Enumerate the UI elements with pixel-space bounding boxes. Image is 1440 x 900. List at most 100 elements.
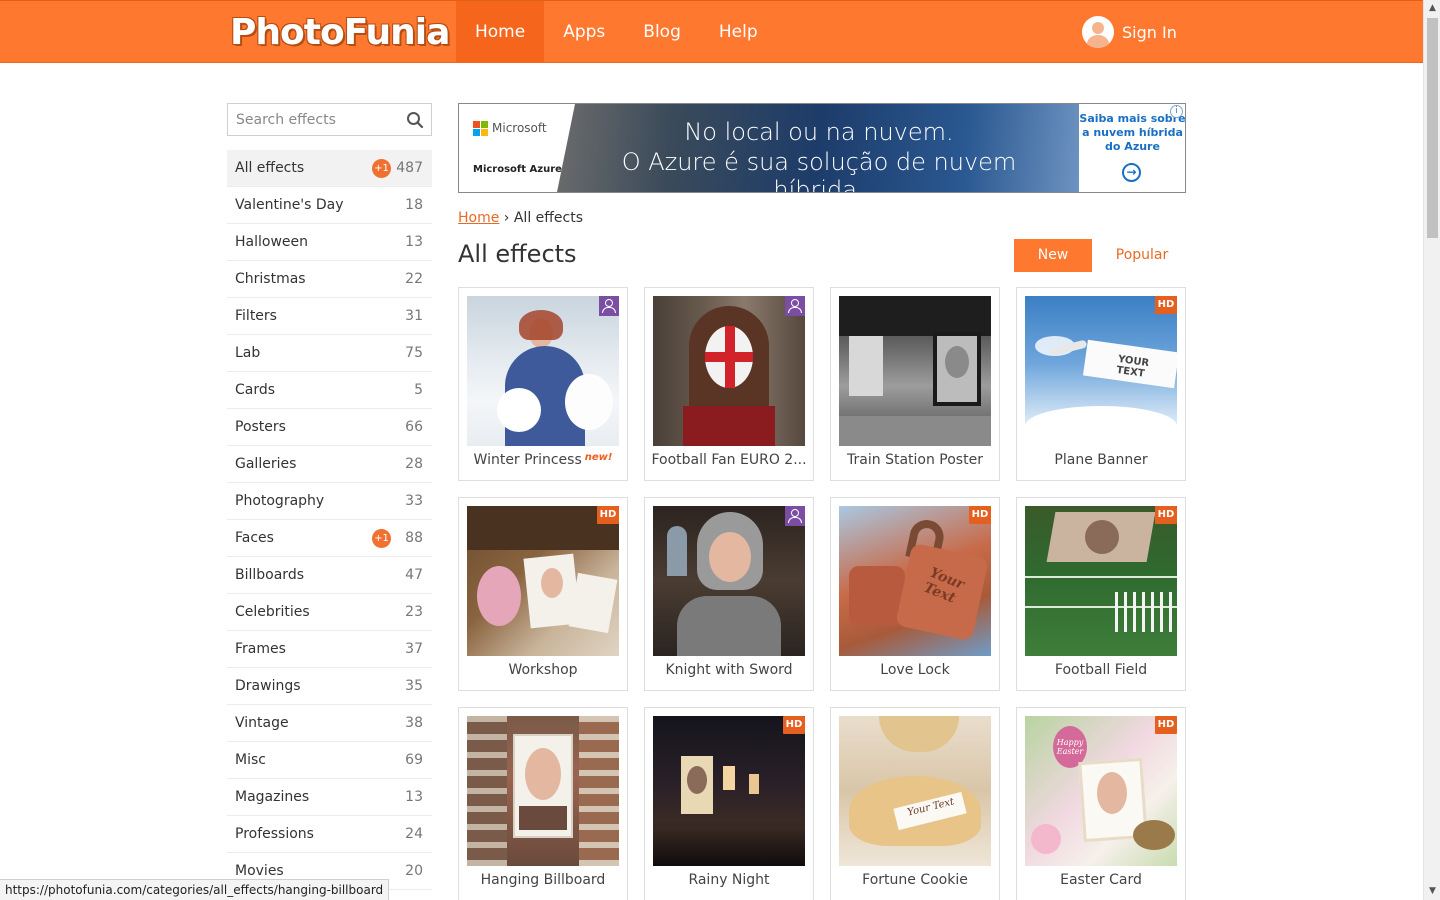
microsoft-logo-icon [473,121,488,136]
category-item-vintage[interactable]: Vintage 38 [227,705,432,742]
search-input[interactable] [228,104,398,135]
vertical-scrollbar[interactable]: ▲ ▼ [1423,0,1440,900]
hd-badge-icon: HD [597,506,619,524]
effect-title: Plane Banner [1054,452,1148,468]
user-avatar-icon [1082,16,1114,48]
category-count: 20 [405,863,423,879]
arrow-right-circle-icon[interactable]: → [1122,163,1141,182]
category-item-galleries[interactable]: Galleries 28 [227,446,432,483]
category-item-filters[interactable]: Filters 31 [227,298,432,335]
ad-info-icon[interactable]: i [1170,105,1183,118]
category-item-misc[interactable]: Misc 69 [227,742,432,779]
breadcrumb-current: All effects [513,210,584,226]
category-count: 18 [405,197,423,213]
effect-thumbnail [653,716,805,866]
nav-apps[interactable]: Apps [544,1,624,63]
sort-popular-button[interactable]: Popular [1102,239,1182,272]
breadcrumb-separator: › [503,210,510,226]
sort-new-button[interactable]: New [1014,239,1092,272]
category-label: Valentine's Day [235,197,344,213]
category-count: 33 [405,493,423,509]
hd-badge-icon: HD [969,506,991,524]
effect-thumbnail [839,296,991,446]
effect-card-rainy-night[interactable]: HD Rainy Night [644,707,814,900]
category-item-all-effects[interactable]: All effects +1 487 [227,150,432,187]
sign-in-button[interactable]: Sign In [1082,16,1177,48]
scroll-down-arrow-icon[interactable]: ▼ [1424,883,1440,900]
category-item-posters[interactable]: Posters 66 [227,409,432,446]
category-item-celebrities[interactable]: Celebrities 23 [227,594,432,631]
effect-title: Football Field [1054,662,1148,678]
category-count: 23 [405,604,423,620]
category-count: 88 [405,530,423,546]
effect-card-knight-with-sword[interactable]: Knight with Sword [644,497,814,691]
category-item-christmas[interactable]: Christmas 22 [227,261,432,298]
category-item-halloween[interactable]: Halloween 13 [227,224,432,261]
effect-card-plane-banner[interactable]: YOUR TEXT HD Plane Banner [1016,287,1186,481]
category-item-valentines-day[interactable]: Valentine's Day 18 [227,187,432,224]
category-item-lab[interactable]: Lab 75 [227,335,432,372]
effect-card-football-fan[interactable]: Football Fan EURO 2... [644,287,814,481]
effect-card-easter-card[interactable]: Happy Easter HD Easter Card [1016,707,1186,900]
ad-cta-panel: Saiba mais sobre a nuvem híbrida do Azur… [1079,104,1185,192]
category-count: 22 [405,271,423,287]
ad-product-name: Microsoft Azure [473,164,562,175]
breadcrumb: Home › All effects [458,210,583,226]
photofunia-logo[interactable]: PhotoFunia [230,10,450,54]
category-label: Faces [235,530,274,546]
effect-card-workshop[interactable]: HD Workshop [458,497,628,691]
effect-card-winter-princess[interactable]: Winter Princess new! [458,287,628,481]
effect-card-hanging-billboard[interactable]: Hanging Billboard [458,707,628,900]
sign-in-label: Sign In [1122,22,1177,42]
category-item-magazines[interactable]: Magazines 13 [227,779,432,816]
new-count-badge: +1 [372,529,391,548]
effect-title: Fortune Cookie [862,872,968,888]
category-item-photography[interactable]: Photography 33 [227,483,432,520]
azure-ad-banner[interactable]: Microsoft Microsoft Azure No local ou na… [458,103,1186,193]
category-count: 24 [405,826,423,842]
thumb-text: Happy Easter [1056,738,1084,756]
effect-card-train-station-poster[interactable]: Train Station Poster [830,287,1000,481]
effect-title: Train Station Poster [847,452,983,468]
category-item-professions[interactable]: Professions 24 [227,816,432,853]
category-count: 47 [405,567,423,583]
nav-home[interactable]: Home [456,1,545,63]
category-label: Christmas [235,271,306,287]
category-label: Lab [235,345,261,361]
category-label: Celebrities [235,604,310,620]
search-box [227,103,432,136]
effect-thumbnail [467,506,619,656]
category-item-frames[interactable]: Frames 37 [227,631,432,668]
ad-cta-text[interactable]: Saiba mais sobre a nuvem híbrida do Azur… [1079,112,1185,154]
category-item-drawings[interactable]: Drawings 35 [227,668,432,705]
effect-title: Football Fan EURO 2... [651,452,807,468]
category-label: Vintage [235,715,289,731]
logo-text: PhotoFunia [230,11,450,53]
category-label: Halloween [235,234,309,250]
category-count: 66 [405,419,423,435]
effect-card-football-field[interactable]: HD Football Field [1016,497,1186,691]
hd-badge-icon: HD [1155,506,1177,524]
effect-card-fortune-cookie[interactable]: Your Text Fortune Cookie [830,707,1000,900]
category-count: 31 [405,308,423,324]
nav-blog[interactable]: Blog [624,1,700,63]
effect-thumbnail [653,506,805,656]
category-label: Galleries [235,456,297,472]
effect-card-love-lock[interactable]: Your Text HD Love Lock [830,497,1000,691]
category-count: 487 [396,160,423,176]
effect-title: Love Lock [880,662,950,678]
category-item-billboards[interactable]: Billboards 47 [227,557,432,594]
scrollbar-thumb[interactable] [1427,18,1438,238]
effect-thumbnail: Your Text [839,506,991,656]
effect-thumbnail [653,296,805,446]
effect-title: Rainy Night [688,872,770,888]
nav-help[interactable]: Help [700,1,777,63]
scroll-up-arrow-icon[interactable]: ▲ [1424,0,1440,17]
category-count: 69 [405,752,423,768]
effect-thumbnail [1025,506,1177,656]
effect-title: Workshop [508,662,578,678]
category-item-cards[interactable]: Cards 5 [227,372,432,409]
breadcrumb-home-link[interactable]: Home [458,210,499,226]
category-item-faces[interactable]: Faces +1 88 [227,520,432,557]
search-icon[interactable] [406,111,424,129]
